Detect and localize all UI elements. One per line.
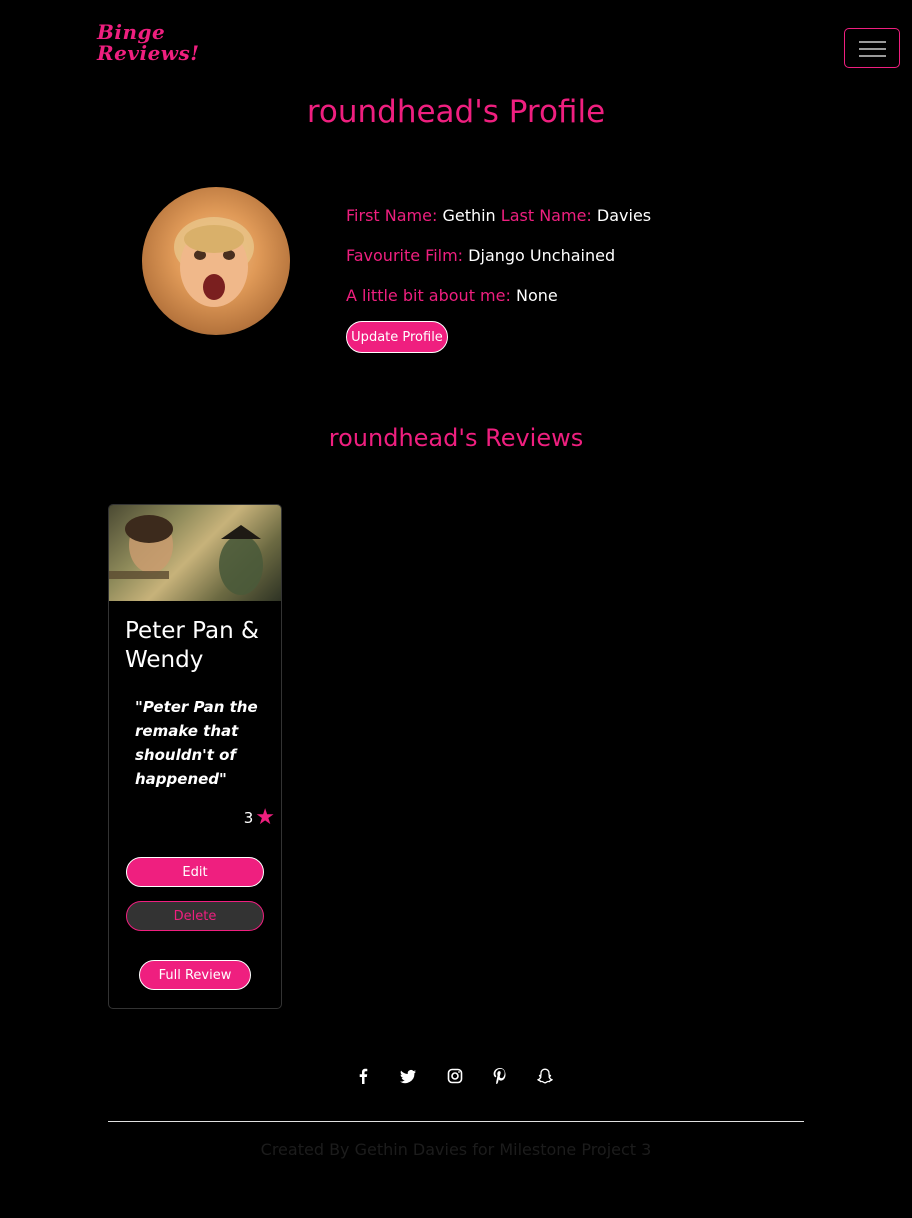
update-profile-button[interactable]: Update Profile bbox=[346, 321, 448, 353]
last-name-label: Last Name: bbox=[500, 206, 592, 225]
delete-button[interactable]: Delete bbox=[126, 901, 264, 931]
brand-logo[interactable]: Binge Reviews! bbox=[97, 22, 200, 64]
social-links bbox=[0, 1066, 912, 1086]
rating-value: 3 bbox=[243, 809, 254, 827]
instagram-icon[interactable] bbox=[445, 1066, 465, 1086]
about-value: None bbox=[515, 286, 558, 305]
first-name-label: First Name: bbox=[346, 206, 438, 225]
rating: 3 ★ bbox=[239, 807, 275, 829]
avatar bbox=[142, 187, 290, 335]
snapchat-icon[interactable] bbox=[535, 1066, 555, 1086]
edit-button[interactable]: Edit bbox=[126, 857, 264, 887]
page-title: roundhead's Profile bbox=[306, 94, 606, 130]
favourite-film-value: Django Unchained bbox=[468, 246, 616, 265]
twitter-icon[interactable] bbox=[398, 1066, 418, 1086]
full-review-button[interactable]: Full Review bbox=[139, 960, 251, 990]
review-card-quote: "Peter Pan the remake that shouldn't of … bbox=[135, 698, 258, 788]
about-label: A little bit about me: bbox=[346, 286, 511, 305]
first-name-value: Gethin bbox=[442, 206, 496, 225]
navbar: Binge Reviews! bbox=[0, 0, 912, 96]
facebook-icon[interactable] bbox=[353, 1066, 373, 1086]
review-card: Peter Pan & Wendy "Peter Pan the remake … bbox=[108, 504, 282, 1009]
logo-line-2: Reviews! bbox=[97, 41, 200, 65]
footer-divider bbox=[108, 1121, 804, 1122]
last-name-value: Davies bbox=[596, 206, 652, 225]
favourite-film-label: Favourite Film: bbox=[346, 246, 464, 265]
favourite-film-row: Favourite Film: Django Unchained bbox=[346, 246, 615, 265]
about-row: A little bit about me: None bbox=[346, 286, 558, 305]
pinterest-icon[interactable] bbox=[490, 1066, 510, 1086]
star-icon: ★ bbox=[255, 805, 275, 830]
logo-line-1: Binge bbox=[97, 20, 166, 44]
avatar-photo bbox=[174, 217, 254, 307]
name-row: First Name: Gethin Last Name: Davies bbox=[346, 206, 651, 225]
review-card-image bbox=[109, 505, 281, 601]
nav-toggle-button[interactable] bbox=[844, 28, 900, 68]
footer-credits: Created By Gethin Davies for Milestone P… bbox=[260, 1140, 652, 1159]
review-card-title: Peter Pan & Wendy bbox=[125, 618, 259, 673]
reviews-title: roundhead's Reviews bbox=[328, 424, 584, 452]
